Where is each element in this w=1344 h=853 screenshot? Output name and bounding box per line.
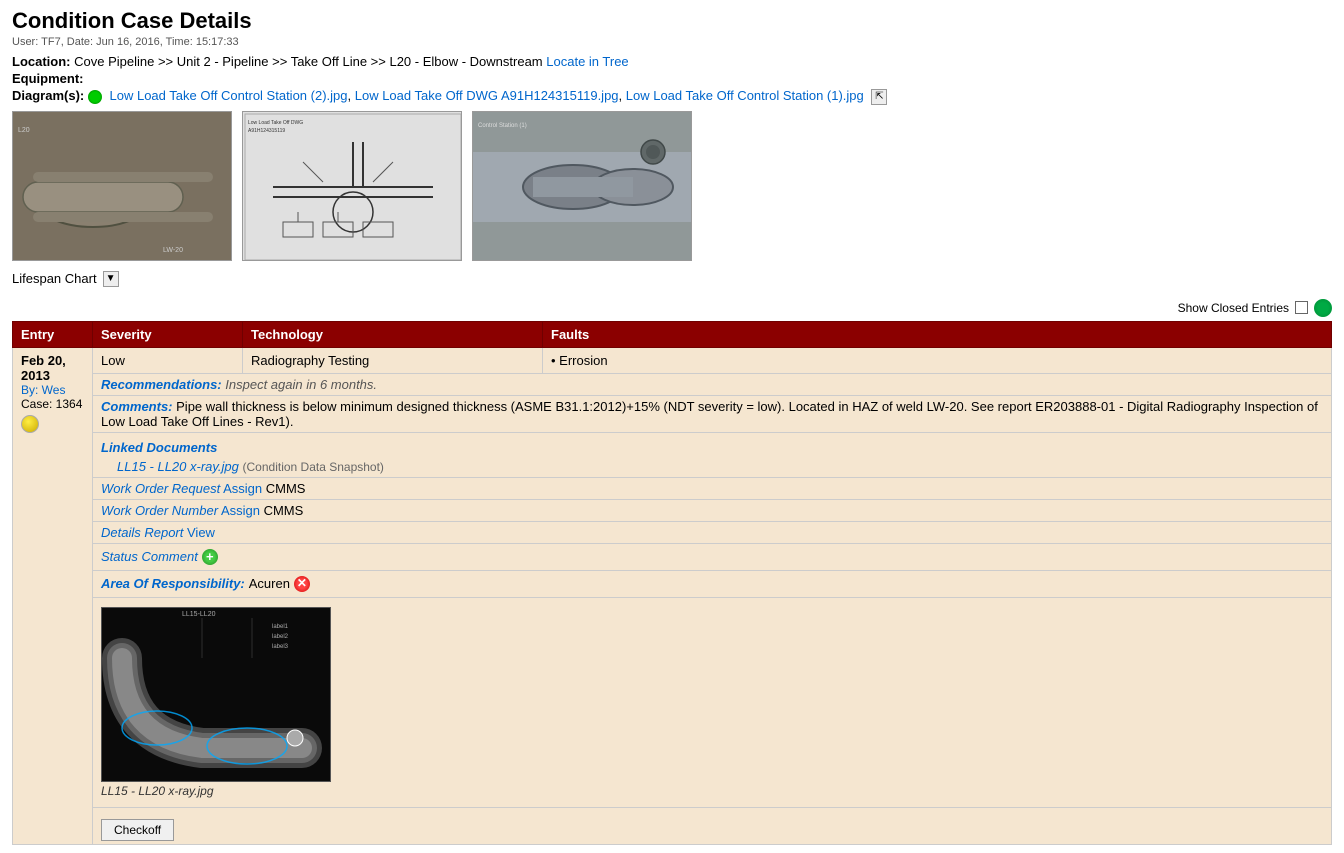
cmms-label-1: CMMS bbox=[266, 481, 306, 496]
lifespan-label: Lifespan Chart bbox=[12, 271, 97, 286]
technology-value: Radiography Testing bbox=[251, 353, 369, 368]
linked-docs-title[interactable]: Linked Documents bbox=[101, 440, 217, 455]
work-order-request-label: Work Order Request bbox=[101, 481, 220, 496]
area-of-resp-label: Area Of Responsibility: bbox=[101, 576, 245, 591]
diagram-status-icon bbox=[88, 90, 102, 104]
show-closed-row: Show Closed Entries bbox=[12, 299, 1332, 317]
svg-text:label2: label2 bbox=[272, 634, 289, 640]
status-comment-row: Status Comment + bbox=[13, 543, 1332, 570]
technology-cell: Radiography Testing bbox=[243, 347, 543, 373]
entry-case: Case: 1364 bbox=[21, 397, 84, 411]
linked-docs-cell: Linked Documents LL15 - LL20 x-ray.jpg (… bbox=[93, 432, 1332, 477]
status-comment-cell: Status Comment + bbox=[93, 543, 1332, 570]
expand-diagrams-icon[interactable]: ⇱ bbox=[871, 89, 887, 105]
xray-image-cell: LL15-LL20 label1 label2 label3 LL15 - LL… bbox=[93, 597, 1332, 807]
header-faults: Faults bbox=[543, 321, 1332, 347]
work-order-request-row: Work Order Request Assign CMMS bbox=[13, 477, 1332, 499]
location-label: Location: bbox=[12, 54, 71, 69]
area-of-resp-remove-icon[interactable]: ✕ bbox=[294, 576, 310, 592]
table-header-row: Entry Severity Technology Faults bbox=[13, 321, 1332, 347]
location-path: Cove Pipeline >> Unit 2 - Pipeline >> Ta… bbox=[74, 54, 543, 69]
cmms-label-2: CMMS bbox=[264, 503, 304, 518]
recommendations-text: Inspect again in 6 months. bbox=[225, 377, 377, 392]
faults-cell: • Errosion bbox=[543, 347, 1332, 373]
show-closed-checkbox[interactable] bbox=[1295, 301, 1308, 314]
diagrams-label: Diagram(s): bbox=[12, 88, 84, 103]
area-of-resp-value: Acuren bbox=[249, 576, 290, 591]
diagram-image-1[interactable]: L20 LW-20 bbox=[12, 111, 232, 261]
user-info: User: TF7, Date: Jun 16, 2016, Time: 15:… bbox=[12, 36, 1332, 48]
entry-date: Feb 20, 2013 bbox=[21, 353, 84, 383]
xray-image[interactable]: LL15-LL20 label1 label2 label3 bbox=[101, 607, 331, 782]
area-of-resp-cell: Area Of Responsibility: Acuren ✕ bbox=[93, 570, 1332, 597]
diagram-images-row: L20 LW-20 Low Load Take Off DWG A91H1243… bbox=[12, 111, 1332, 261]
refresh-icon[interactable] bbox=[1314, 299, 1332, 317]
comments-cell: Comments: Pipe wall thickness is below m… bbox=[93, 395, 1332, 432]
faults-value: • Errosion bbox=[551, 353, 608, 368]
details-report-cell: Details Report View bbox=[93, 521, 1332, 543]
xray-image-label: LL15 - LL20 x-ray.jpg bbox=[101, 784, 1323, 798]
severity-status-icon bbox=[21, 415, 39, 433]
checkoff-row: Checkoff bbox=[13, 807, 1332, 844]
comments-label: Comments: bbox=[101, 399, 173, 414]
svg-text:Control Station (1): Control Station (1) bbox=[478, 123, 527, 129]
header-technology: Technology bbox=[243, 321, 543, 347]
xray-image-row: LL15-LL20 label1 label2 label3 LL15 - LL… bbox=[13, 597, 1332, 807]
linked-docs-row: Linked Documents LL15 - LL20 x-ray.jpg (… bbox=[13, 432, 1332, 477]
comments-text: Pipe wall thickness is below minimum des… bbox=[101, 399, 1318, 429]
details-report-row: Details Report View bbox=[13, 521, 1332, 543]
comments-row: Comments: Pipe wall thickness is below m… bbox=[13, 395, 1332, 432]
diagram-link-3[interactable]: Low Load Take Off Control Station (1).jp… bbox=[626, 88, 864, 103]
work-order-assign-link[interactable]: Assign bbox=[223, 481, 262, 496]
work-order-number-cell: Work Order Number Assign CMMS bbox=[93, 499, 1332, 521]
work-order-number-row: Work Order Number Assign CMMS bbox=[13, 499, 1332, 521]
equipment-label: Equipment: bbox=[12, 71, 84, 86]
diagram-link-1[interactable]: Low Load Take Off Control Station (2).jp… bbox=[110, 88, 348, 103]
svg-text:LW-20: LW-20 bbox=[163, 247, 183, 254]
checkoff-button[interactable]: Checkoff bbox=[101, 819, 174, 841]
recommendations-row: Recommendations: Inspect again in 6 mont… bbox=[13, 373, 1332, 395]
linked-doc-note: (Condition Data Snapshot) bbox=[243, 460, 384, 474]
header-severity: Severity bbox=[93, 321, 243, 347]
page-title: Condition Case Details bbox=[12, 8, 1332, 34]
svg-text:Low Load Take Off DWG: Low Load Take Off DWG bbox=[248, 120, 303, 126]
details-report-view-link[interactable]: View bbox=[187, 525, 215, 540]
svg-text:label1: label1 bbox=[272, 624, 289, 630]
lifespan-chart-section: Lifespan Chart ▼ bbox=[12, 271, 1332, 287]
svg-text:A91H124315119: A91H124315119 bbox=[248, 128, 285, 134]
checkoff-cell: Checkoff bbox=[93, 807, 1332, 844]
svg-text:LL15-LL20: LL15-LL20 bbox=[182, 611, 216, 618]
entry-cell: Feb 20, 2013 By: Wes Case: 1364 bbox=[13, 347, 93, 844]
entry-by: By: Wes bbox=[21, 383, 84, 397]
locate-in-tree-link[interactable]: Locate in Tree bbox=[546, 54, 628, 69]
diagram-image-3[interactable]: Control Station (1) bbox=[472, 111, 692, 261]
xray-image-container: LL15-LL20 label1 label2 label3 LL15 - LL… bbox=[101, 607, 1323, 798]
header-entry: Entry bbox=[13, 321, 93, 347]
linked-doc-file-link[interactable]: LL15 - LL20 x-ray.jpg bbox=[117, 459, 239, 474]
severity-cell: Low bbox=[93, 347, 243, 373]
work-order-request-cell: Work Order Request Assign CMMS bbox=[93, 477, 1332, 499]
severity-value: Low bbox=[101, 353, 125, 368]
recommendations-label: Recommendations: bbox=[101, 377, 222, 392]
work-order-number-assign-link[interactable]: Assign bbox=[221, 503, 260, 518]
svg-text:label3: label3 bbox=[272, 644, 289, 650]
show-closed-label: Show Closed Entries bbox=[1178, 301, 1289, 315]
work-order-number-label: Work Order Number bbox=[101, 503, 218, 518]
status-comment-label: Status Comment bbox=[101, 549, 198, 564]
details-report-label: Details Report bbox=[101, 525, 183, 540]
table-row: Feb 20, 2013 By: Wes Case: 1364 Low Radi… bbox=[13, 347, 1332, 373]
lifespan-expand-icon[interactable]: ▼ bbox=[103, 271, 119, 287]
status-comment-add-icon[interactable]: + bbox=[202, 549, 218, 565]
svg-text:L20: L20 bbox=[18, 127, 30, 134]
diagram-link-2[interactable]: Low Load Take Off DWG A91H124315119.jpg bbox=[355, 88, 619, 103]
diagram-image-2[interactable]: Low Load Take Off DWG A91H124315119 bbox=[242, 111, 462, 261]
condition-table: Entry Severity Technology Faults Feb 20,… bbox=[12, 321, 1332, 845]
area-of-resp-row: Area Of Responsibility: Acuren ✕ bbox=[13, 570, 1332, 597]
recommendations-cell: Recommendations: Inspect again in 6 mont… bbox=[93, 373, 1332, 395]
